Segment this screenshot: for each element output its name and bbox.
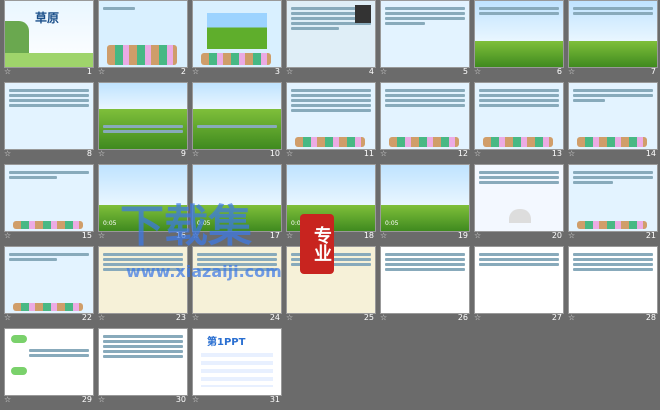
slide-transition-icon: ☆ [568,231,576,240]
slide-number: 8 [86,149,92,158]
slide-thumb-3[interactable]: ☆ 3 [192,0,282,78]
slide-thumb-6[interactable]: ☆ 6 [474,0,564,78]
slide-transition-icon: ☆ [4,395,12,404]
slide-transition-icon: ☆ [474,313,482,322]
slide-transition-icon: ☆ [98,395,106,404]
slide-number: 23 [175,313,186,322]
slide-thumb-28[interactable]: ☆ 28 [568,246,658,324]
slide-thumb-26[interactable]: ☆ 26 [380,246,470,324]
slide-number: 7 [650,67,656,76]
slide-transition-icon: ☆ [380,67,388,76]
watermark-badge: 专业 [300,214,334,274]
watermark-url: www.xiazaiji.com [126,262,282,281]
slide-thumb-21[interactable]: ☆ 21 [568,164,658,242]
slide-transition-icon: ☆ [192,395,200,404]
slide-thumb-24[interactable]: ☆ 24 [192,246,282,324]
slide-thumb-22[interactable]: ☆ 22 [4,246,94,324]
slide-thumb-4[interactable]: ☆ 4 [286,0,376,78]
slide-thumb-11[interactable]: ☆ 11 [286,82,376,160]
slide-number: 29 [81,395,92,404]
slide-transition-icon: ☆ [4,67,12,76]
slide-thumb-31[interactable]: 第1PPT ☆ 31 [192,328,282,406]
slide-thumb-27[interactable]: ☆ 27 [474,246,564,324]
slide-transition-icon: ☆ [474,149,482,158]
slide-thumb-23[interactable]: ☆ 23 [98,246,188,324]
slide-number: 14 [645,149,656,158]
slide-transition-icon: ☆ [286,67,294,76]
slide-thumb-9[interactable]: ☆ 9 [98,82,188,160]
brand-logo: 第1PPT [207,337,246,348]
slide-transition-icon: ☆ [4,313,12,322]
slide-transition-icon: ☆ [4,149,12,158]
slide-thumb-29[interactable]: ☆ 29 [4,328,94,406]
slide-number: 6 [556,67,562,76]
slide-number: 28 [645,313,656,322]
slide-number: 31 [269,395,280,404]
slide-thumb-13[interactable]: ☆ 13 [474,82,564,160]
watermark-text: 下载集 [120,201,252,252]
slide-thumb-10[interactable]: ☆ 10 [192,82,282,160]
slide-transition-icon: ☆ [98,231,106,240]
slide-transition-icon: ☆ [474,67,482,76]
slide-transition-icon: ☆ [192,67,200,76]
slide-number: 5 [462,67,468,76]
slide-transition-icon: ☆ [192,149,200,158]
slide-transition-icon: ☆ [98,313,106,322]
slide-number: 20 [551,231,562,240]
slide-thumb-20[interactable]: ☆ 20 [474,164,564,242]
slide-sorter-grid: 草原 ☆ 1 ☆ 2 ☆ 3 ☆ 4 ☆ 5 ☆ 6 ☆ 7 ☆ 8 ☆ 9 ☆… [4,0,660,410]
slide-number: 10 [269,149,280,158]
slide-number: 19 [457,231,468,240]
slide-number: 27 [551,313,562,322]
slide-number: 30 [175,395,186,404]
slide-transition-icon: ☆ [568,67,576,76]
slide-thumb-5[interactable]: ☆ 5 [380,0,470,78]
slide-transition-icon: ☆ [4,231,12,240]
slide-transition-icon: ☆ [286,149,294,158]
slide-number: 15 [81,231,92,240]
slide-number: 3 [274,67,280,76]
slide-timing: 0:05 [385,220,399,227]
slide-thumb-30[interactable]: ☆ 30 [98,328,188,406]
slide-transition-icon: ☆ [380,313,388,322]
slide-timing: 0:05 [103,220,117,227]
slide-thumb-15[interactable]: ☆ 15 [4,164,94,242]
slide-transition-icon: ☆ [98,149,106,158]
slide-thumb-8[interactable]: ☆ 8 [4,82,94,160]
slide-number: 13 [551,149,562,158]
slide-number: 17 [269,231,280,240]
slide-thumb-12[interactable]: ☆ 12 [380,82,470,160]
slide-transition-icon: ☆ [380,149,388,158]
slide-number: 11 [363,149,374,158]
slide-number: 25 [363,313,374,322]
slide-thumb-7[interactable]: ☆ 7 [568,0,658,78]
slide-number: 21 [645,231,656,240]
slide-thumb-14[interactable]: ☆ 14 [568,82,658,160]
slide-thumb-19[interactable]: 0:05 ☆ 19 [380,164,470,242]
slide-number: 4 [368,67,374,76]
slide-number: 24 [269,313,280,322]
slide-thumb-2[interactable]: ☆ 2 [98,0,188,78]
slide-thumb-1[interactable]: 草原 ☆ 1 [4,0,94,78]
slide-transition-icon: ☆ [98,67,106,76]
slide-number: 2 [180,67,186,76]
slide-transition-icon: ☆ [568,313,576,322]
slide-transition-icon: ☆ [192,313,200,322]
slide-transition-icon: ☆ [380,231,388,240]
slide-number: 12 [457,149,468,158]
slide-number: 18 [363,231,374,240]
slide-number: 22 [81,313,92,322]
slide-title: 草原 [35,11,60,25]
slide-number: 26 [457,313,468,322]
slide-transition-icon: ☆ [286,231,294,240]
slide-transition-icon: ☆ [286,313,294,322]
slide-transition-icon: ☆ [568,149,576,158]
slide-number: 1 [86,67,92,76]
slide-transition-icon: ☆ [474,231,482,240]
slide-number: 9 [180,149,186,158]
